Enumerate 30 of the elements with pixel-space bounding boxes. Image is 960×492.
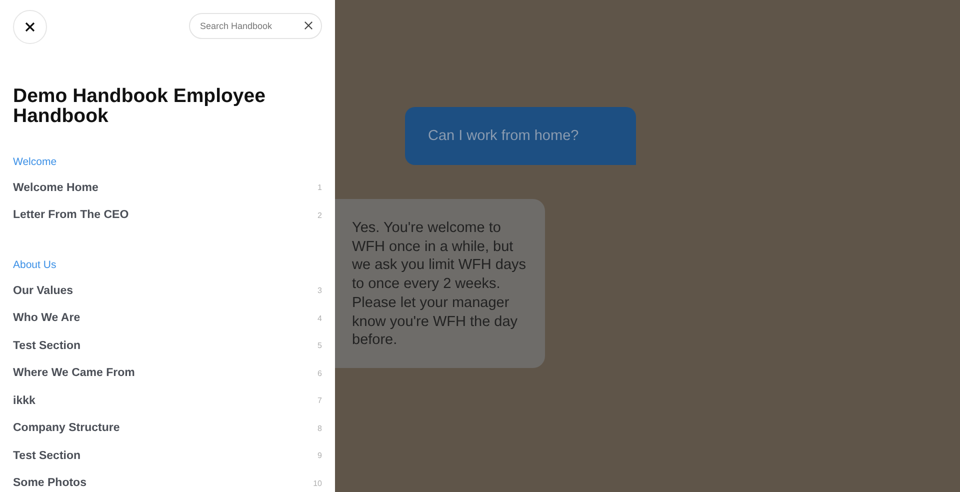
- toc-item[interactable]: Letter From The CEO: [13, 209, 129, 222]
- section-heading: About Us: [13, 259, 58, 271]
- toc-item[interactable]: Some Photos: [13, 477, 86, 490]
- toc-item[interactable]: Company Structure: [13, 422, 120, 434]
- toc-item[interactable]: Who We Are: [13, 312, 80, 324]
- close-icon: [304, 21, 313, 30]
- toc-item[interactable]: Welcome Home: [13, 182, 98, 194]
- toc-item[interactable]: Test Section: [13, 450, 81, 462]
- toc-item[interactable]: Our Values: [13, 284, 74, 297]
- page-number: 2: [318, 210, 322, 220]
- toc-item[interactable]: Test Section: [13, 340, 81, 352]
- section-heading: Welcome: [13, 156, 58, 168]
- page-number: 5: [318, 341, 322, 350]
- toc-item[interactable]: Where We Came From: [13, 367, 135, 380]
- page-number: 1: [318, 183, 322, 192]
- page-number: 10: [313, 478, 322, 488]
- page-number: 6: [318, 368, 322, 378]
- close-button[interactable]: [13, 10, 47, 44]
- search-field[interactable]: Search Handbook: [189, 13, 322, 39]
- page-number: 7: [318, 396, 322, 406]
- answer-bubble: Yes. You're welcome to WFH once in a while, but we ask you limit WFH days to once every 2 weeks. Please let your manager know you're WFH the day before.: [335, 199, 545, 368]
- page-number: 9: [318, 451, 322, 460]
- question-bubble: Can I work from home?: [405, 107, 636, 165]
- handbook-title: Demo Handbook Employee Handbook: [13, 86, 266, 126]
- page-number: 8: [318, 424, 322, 433]
- page-number: 3: [318, 286, 322, 296]
- close-icon: [25, 22, 35, 32]
- clear-button[interactable]: [304, 21, 313, 30]
- toc-item[interactable]: ikkk: [13, 394, 36, 407]
- page-number: 4: [318, 314, 322, 323]
